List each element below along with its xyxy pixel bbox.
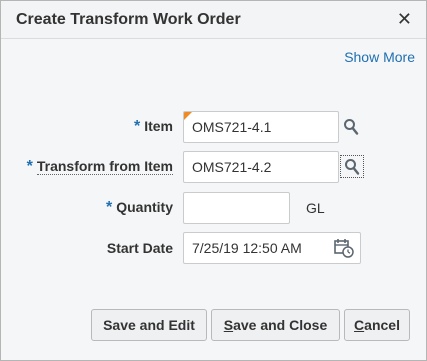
show-more-link[interactable]: Show More bbox=[344, 49, 415, 65]
save-and-edit-button[interactable]: Save and Edit bbox=[91, 309, 207, 341]
save-and-close-button[interactable]: Save and Close bbox=[211, 309, 340, 341]
dialog-header: Create Transform Work Order ✕ bbox=[1, 1, 426, 39]
changed-indicator bbox=[184, 112, 192, 120]
quantity-uom: GL bbox=[306, 200, 325, 216]
close-icon[interactable]: ✕ bbox=[397, 10, 412, 28]
required-marker: * bbox=[133, 118, 141, 135]
required-marker: * bbox=[26, 158, 33, 175]
item-label: * Item bbox=[133, 118, 173, 135]
start-date-value: 7/25/19 12:50 AM bbox=[192, 240, 302, 256]
cancel-button[interactable]: Cancel bbox=[344, 309, 410, 341]
transform-from-item-input[interactable]: OMS721-4.2 bbox=[183, 151, 339, 183]
item-input[interactable]: OMS721-4.1 bbox=[183, 111, 339, 143]
create-transform-work-order-dialog: Create Transform Work Order ✕ Show More … bbox=[0, 0, 427, 361]
dialog-title: Create Transform Work Order bbox=[16, 11, 241, 28]
transform-from-item-value: OMS721-4.2 bbox=[192, 159, 272, 175]
start-date-label: Start Date bbox=[106, 240, 173, 256]
quantity-input[interactable] bbox=[183, 192, 290, 224]
required-marker: * bbox=[105, 199, 113, 216]
item-search-icon[interactable] bbox=[343, 118, 359, 141]
calendar-icon[interactable] bbox=[334, 238, 354, 263]
item-value: OMS721-4.1 bbox=[192, 119, 272, 135]
transform-from-item-search-icon[interactable] bbox=[340, 155, 364, 178]
quantity-label: * Quantity bbox=[105, 199, 173, 216]
transform-from-item-label: * Transform from Item bbox=[26, 158, 173, 175]
